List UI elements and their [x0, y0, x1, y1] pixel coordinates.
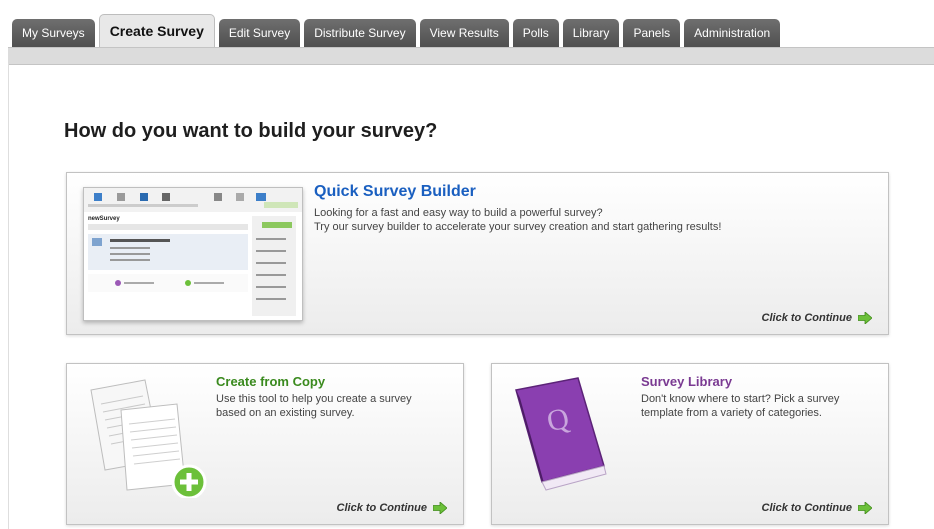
builder-screenshot-illustration: newSurvey: [84, 188, 302, 316]
documents-copy-icon: [90, 379, 207, 498]
thumb-survey-name: newSurvey: [88, 216, 120, 222]
tab-edit-survey[interactable]: Edit Survey: [218, 19, 301, 48]
quick-survey-builder-continue[interactable]: Click to Continue: [762, 312, 872, 324]
tab-polls[interactable]: Polls: [512, 19, 559, 48]
survey-library-desc-line2: template from a variety of categories.: [641, 407, 822, 419]
tab-distribute-survey[interactable]: Distribute Survey: [304, 19, 416, 48]
create-from-copy-card[interactable]: Create from Copy Use this tool to help y…: [66, 363, 464, 525]
survey-library-continue[interactable]: Click to Continue: [762, 502, 872, 514]
survey-library-desc-line1: Don't know where to start? Pick a survey: [641, 393, 840, 405]
page-title: How do you want to build your survey?: [64, 120, 438, 142]
right-arrow-icon: [858, 312, 872, 324]
tab-list: My Surveys Create Survey Edit Survey Dis…: [12, 14, 784, 48]
survey-library-card[interactable]: Q Survey Library Don't know where to sta…: [491, 363, 889, 525]
continue-label: Click to Continue: [336, 502, 427, 514]
content-border: [8, 63, 9, 529]
tab-create-survey[interactable]: Create Survey: [98, 14, 215, 48]
create-from-copy-continue[interactable]: Click to Continue: [337, 502, 447, 514]
create-from-copy-title[interactable]: Create from Copy: [216, 374, 325, 389]
right-arrow-icon: [858, 502, 872, 514]
tab-view-results[interactable]: View Results: [419, 19, 509, 48]
quick-survey-builder-card[interactable]: newSurvey Quick Survey Builder Looking f…: [66, 172, 889, 335]
create-from-copy-desc-line2: based on an existing survey.: [216, 407, 355, 419]
tab-my-surveys[interactable]: My Surveys: [12, 19, 95, 48]
quick-survey-builder-title[interactable]: Quick Survey Builder: [314, 183, 476, 201]
tab-library[interactable]: Library: [562, 19, 620, 48]
purple-book-icon: Q: [515, 377, 607, 491]
create-from-copy-desc-line1: Use this tool to help you create a surve…: [216, 393, 412, 405]
quick-survey-builder-desc-line2: Try our survey builder to accelerate you…: [314, 221, 722, 233]
continue-label: Click to Continue: [761, 502, 852, 514]
tab-bar: My Surveys Create Survey Edit Survey Dis…: [0, 0, 934, 65]
quick-survey-builder-desc-line1: Looking for a fast and easy way to build…: [314, 207, 603, 219]
tab-panels[interactable]: Panels: [623, 19, 681, 48]
continue-label: Click to Continue: [761, 312, 852, 324]
tab-strip: [8, 47, 934, 65]
survey-builder-preview-image: newSurvey: [83, 187, 303, 321]
survey-library-title[interactable]: Survey Library: [641, 374, 732, 389]
tab-administration[interactable]: Administration: [684, 19, 781, 48]
right-arrow-icon: [433, 502, 447, 514]
